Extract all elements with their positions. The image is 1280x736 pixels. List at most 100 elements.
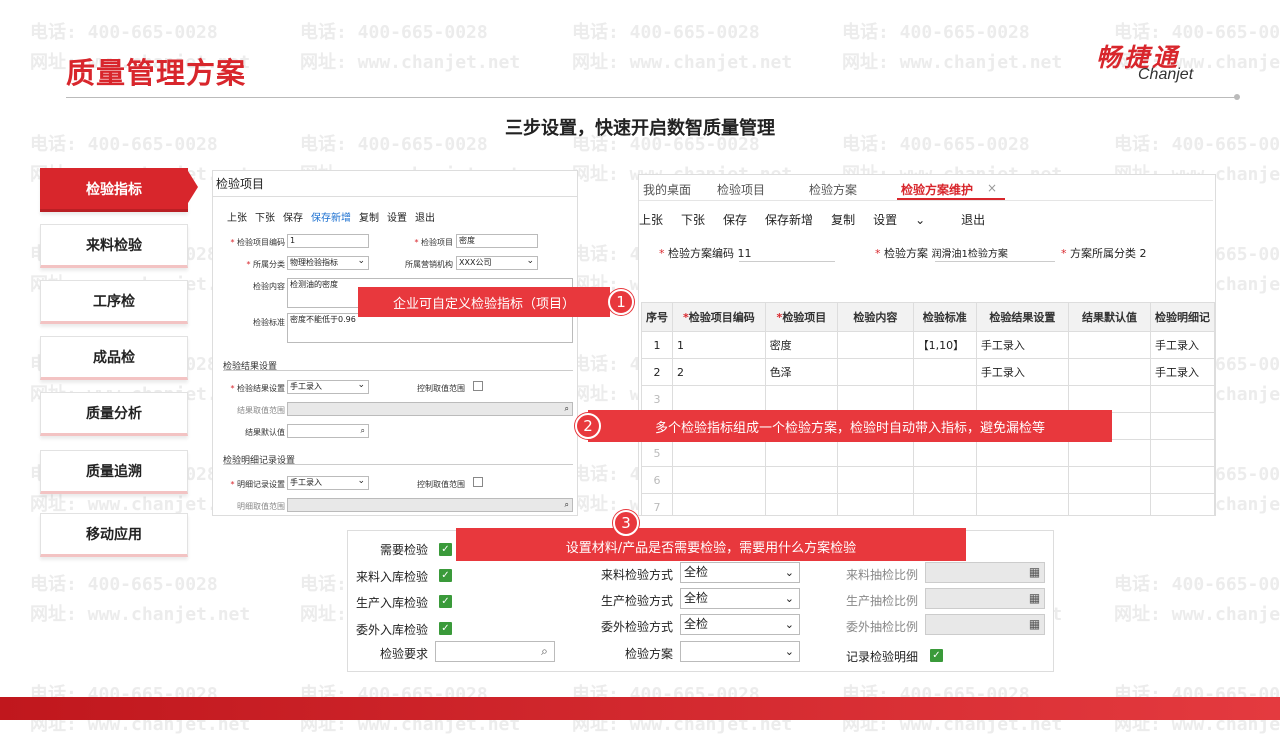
- table-cell[interactable]: 手工录入: [975, 331, 1069, 359]
- table-row[interactable]: 7: [641, 493, 1215, 515]
- incoming-inspection-checkbox[interactable]: ✓: [439, 569, 452, 582]
- search-icon[interactable]: ⌕: [565, 499, 569, 511]
- nav-item-finished-inspection[interactable]: 成品检: [40, 336, 188, 380]
- table-cell[interactable]: [1149, 493, 1215, 515]
- table-cell[interactable]: [1067, 439, 1151, 467]
- copy-button[interactable]: 复制: [831, 213, 855, 227]
- table-cell[interactable]: [764, 385, 839, 413]
- table-cell[interactable]: [764, 439, 839, 467]
- table-cell[interactable]: 7: [641, 493, 673, 515]
- save-new-button[interactable]: 保存新增: [765, 213, 813, 227]
- table-cell[interactable]: [912, 439, 977, 467]
- table-row[interactable]: 2 2 色泽 手工录入 手工录入: [641, 358, 1215, 386]
- prev-button[interactable]: 上张: [227, 213, 247, 224]
- next-button[interactable]: 下张: [681, 213, 705, 227]
- copy-button[interactable]: 复制: [359, 213, 379, 224]
- nav-item-inspection-index[interactable]: 检验指标: [40, 168, 188, 212]
- table-row[interactable]: 3: [641, 385, 1215, 413]
- item-code-input[interactable]: 1: [287, 234, 369, 248]
- outsource-inspection-checkbox[interactable]: ✓: [439, 622, 452, 635]
- table-cell[interactable]: 1: [672, 331, 766, 359]
- table-cell[interactable]: [672, 493, 766, 515]
- table-cell[interactable]: [1067, 358, 1151, 386]
- tab-inspection-item[interactable]: 检验项目: [717, 181, 765, 198]
- table-cell[interactable]: [837, 439, 914, 467]
- lookup-icon[interactable]: ⌕: [537, 643, 552, 659]
- table-cell[interactable]: [1149, 412, 1215, 440]
- table-cell[interactable]: [837, 493, 914, 515]
- table-cell[interactable]: [975, 466, 1069, 494]
- tab-my-desktop[interactable]: 我的桌面: [643, 181, 691, 198]
- table-cell[interactable]: [912, 358, 977, 386]
- tab-plan-maintenance[interactable]: 检验方案维护: [901, 181, 973, 198]
- save-button[interactable]: 保存: [283, 213, 303, 224]
- table-cell[interactable]: 手工录入: [1149, 331, 1215, 359]
- table-cell[interactable]: 手工录入: [975, 358, 1069, 386]
- table-cell[interactable]: [912, 466, 977, 494]
- record-detail-checkbox[interactable]: ✓: [930, 649, 943, 662]
- tab-inspection-plan[interactable]: 检验方案: [809, 181, 857, 198]
- table-cell[interactable]: [837, 331, 914, 359]
- close-tab-icon[interactable]: ×: [987, 181, 997, 195]
- table-cell[interactable]: [1149, 385, 1215, 413]
- inspection-requirement-input[interactable]: ⌕: [435, 641, 555, 662]
- table-cell[interactable]: [912, 493, 977, 515]
- nav-item-process-inspection[interactable]: 工序检: [40, 280, 188, 324]
- table-cell[interactable]: 【1,10】: [912, 331, 977, 359]
- table-cell[interactable]: [672, 439, 766, 467]
- outsource-mode-select[interactable]: 全检 ⌄: [680, 614, 800, 635]
- inspection-plan-select[interactable]: ⌄: [680, 641, 800, 662]
- table-cell[interactable]: 5: [641, 439, 673, 467]
- production-inspection-checkbox[interactable]: ✓: [439, 595, 452, 608]
- need-inspection-checkbox[interactable]: ✓: [439, 543, 452, 556]
- table-cell[interactable]: [1067, 385, 1151, 413]
- next-button[interactable]: 下张: [255, 213, 275, 224]
- table-cell[interactable]: [975, 439, 1069, 467]
- table-cell[interactable]: 2: [641, 358, 673, 386]
- table-cell[interactable]: 2: [672, 358, 766, 386]
- table-cell[interactable]: 手工录入: [1149, 358, 1215, 386]
- plan-category-value[interactable]: 2: [1140, 247, 1147, 260]
- table-row[interactable]: 1 1 密度 【1,10】 手工录入 手工录入: [641, 331, 1215, 359]
- table-cell[interactable]: [975, 493, 1069, 515]
- save-new-button[interactable]: 保存新增: [311, 213, 351, 224]
- lookup-icon[interactable]: ⌕: [361, 425, 365, 437]
- production-mode-select[interactable]: 全检 ⌄: [680, 588, 800, 609]
- table-cell[interactable]: [672, 385, 766, 413]
- plan-code-value[interactable]: 11: [738, 247, 752, 260]
- control-range-checkbox[interactable]: [473, 381, 483, 391]
- search-icon[interactable]: ⌕: [565, 403, 569, 415]
- standard-input[interactable]: 密度不能低于0.96: [287, 313, 573, 343]
- save-button[interactable]: 保存: [723, 213, 747, 227]
- table-cell[interactable]: [764, 466, 839, 494]
- table-cell[interactable]: [837, 466, 914, 494]
- result-default-input[interactable]: ⌕: [287, 424, 369, 438]
- prev-button[interactable]: 上张: [639, 213, 663, 227]
- table-row[interactable]: 6: [641, 466, 1215, 494]
- org-select[interactable]: XXX公司: [456, 256, 538, 270]
- table-cell[interactable]: 色泽: [764, 358, 839, 386]
- detail-setting-select[interactable]: 手工录入: [287, 476, 369, 490]
- nav-item-quality-analysis[interactable]: 质量分析: [40, 392, 188, 436]
- nav-item-mobile-app[interactable]: 移动应用: [40, 513, 188, 557]
- table-cell[interactable]: [1067, 493, 1151, 515]
- exit-button[interactable]: 退出: [961, 213, 985, 227]
- table-cell[interactable]: [672, 466, 766, 494]
- table-cell[interactable]: 密度: [764, 331, 839, 359]
- table-row[interactable]: 5: [641, 439, 1215, 467]
- table-cell[interactable]: [1149, 439, 1215, 467]
- table-cell[interactable]: [837, 358, 914, 386]
- table-cell[interactable]: [837, 385, 914, 413]
- table-cell[interactable]: [1149, 466, 1215, 494]
- settings-button[interactable]: 设置: [387, 213, 407, 224]
- table-cell[interactable]: 6: [641, 466, 673, 494]
- table-cell[interactable]: 3: [641, 385, 673, 413]
- incoming-mode-select[interactable]: 全检 ⌄: [680, 562, 800, 583]
- table-cell[interactable]: [975, 385, 1069, 413]
- table-cell[interactable]: 1: [641, 331, 673, 359]
- item-name-input[interactable]: 密度: [456, 234, 538, 248]
- table-cell[interactable]: [764, 493, 839, 515]
- detail-control-checkbox[interactable]: [473, 477, 483, 487]
- table-cell[interactable]: [912, 385, 977, 413]
- table-cell[interactable]: [1067, 331, 1151, 359]
